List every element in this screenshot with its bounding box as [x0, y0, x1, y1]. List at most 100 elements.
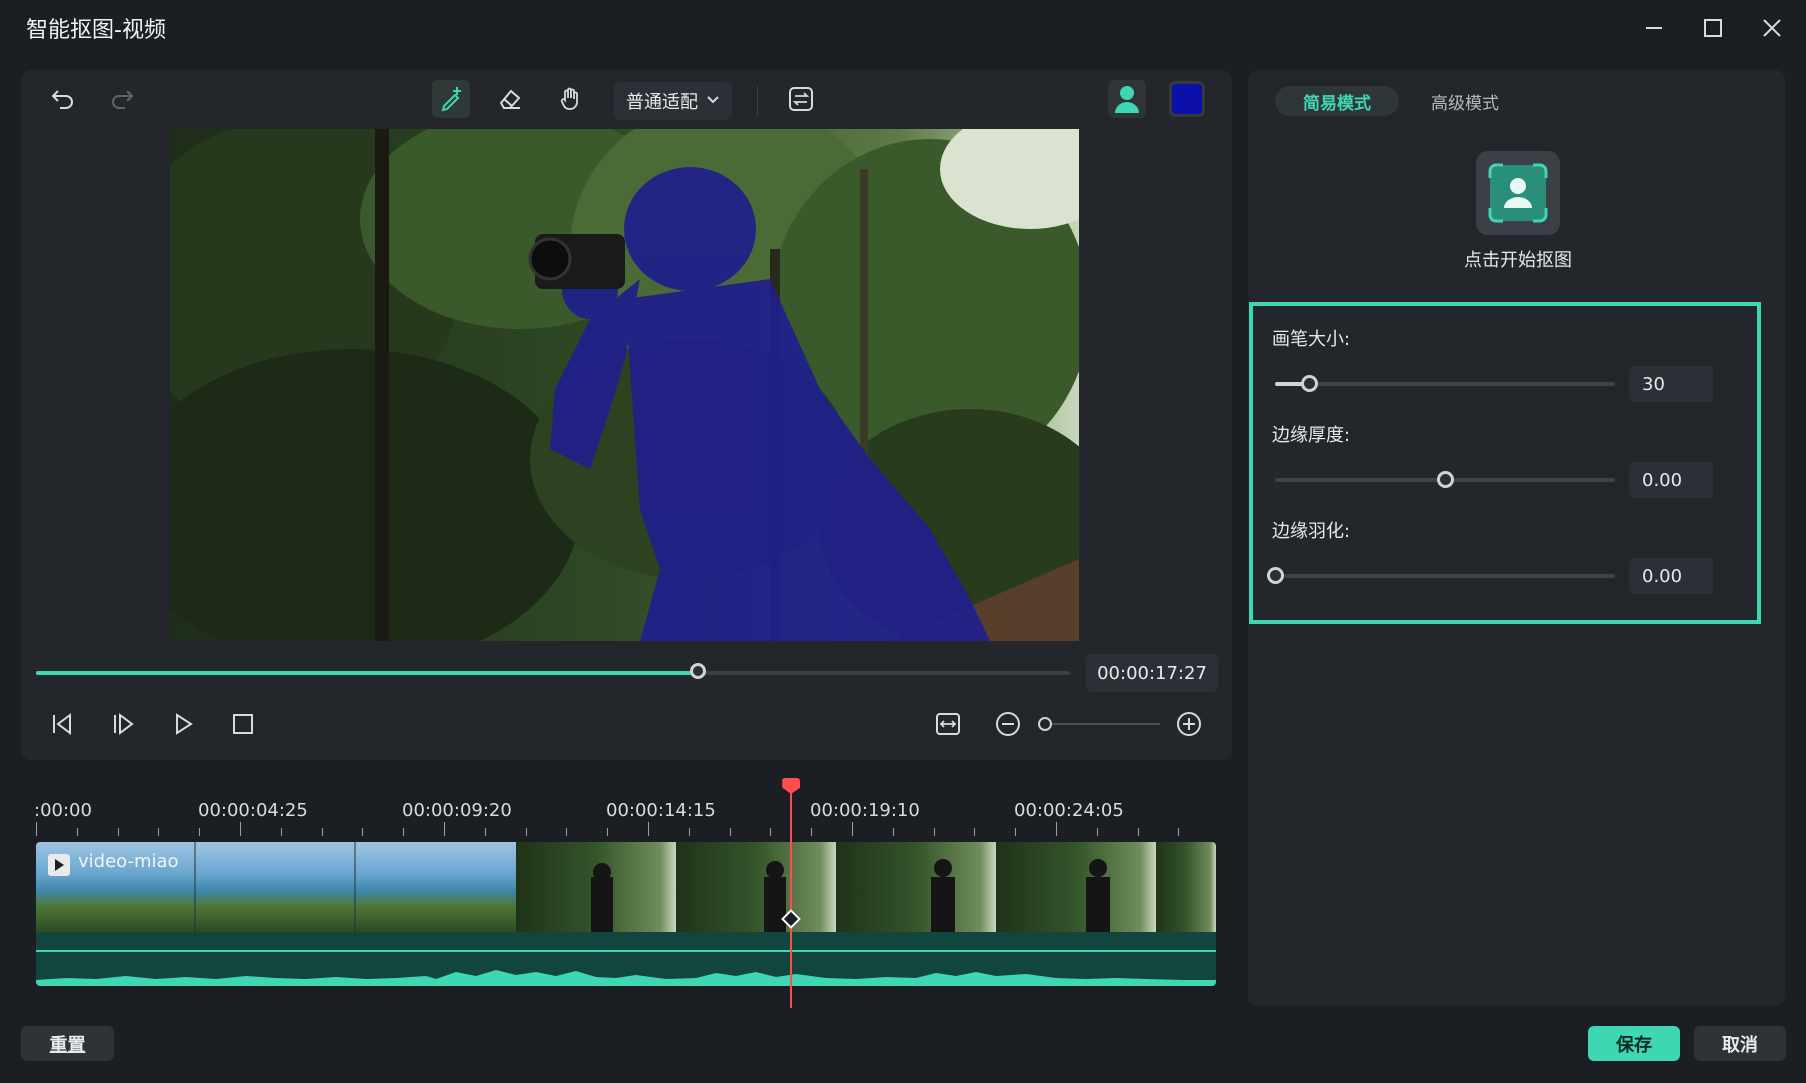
ruler-label: 00:00:19:10: [810, 800, 920, 821]
brush-size-slider[interactable]: [1275, 382, 1615, 386]
tab-simple-mode[interactable]: 简易模式: [1275, 86, 1399, 116]
undo-icon: [51, 90, 73, 109]
ruler-label: 00:00:14:15: [606, 800, 716, 821]
zoom-in-icon: [1177, 712, 1201, 736]
ruler-label: :00:00: [34, 800, 92, 821]
cancel-button[interactable]: 取消: [1694, 1026, 1786, 1061]
tab-advanced-mode[interactable]: 高级模式: [1403, 86, 1527, 116]
start-matting-label: 点击开始抠图: [1464, 250, 1572, 271]
timeline-ruler[interactable]: :00:00 00:00:04:25 00:00:09:20 00:00:14:15 0…: [0, 790, 1230, 840]
audio-waveform: [36, 950, 1216, 986]
fit-mode-value: 普通适配: [626, 92, 698, 113]
ruler-major-tick: [36, 822, 37, 836]
ruler-minor-tick: [688, 828, 690, 836]
brush-size-input[interactable]: 30: [1629, 366, 1713, 402]
zoom-out-button[interactable]: [989, 705, 1027, 743]
title-bar: [0, 0, 1806, 58]
edge-feather-input[interactable]: 0.00: [1629, 558, 1713, 594]
ruler-major-tick: [444, 822, 445, 836]
mask-color-button[interactable]: [1169, 81, 1205, 117]
fit-width-icon: [936, 713, 960, 735]
edge-thickness-slider-handle[interactable]: [1437, 471, 1454, 488]
maximize-button[interactable]: [1693, 10, 1733, 46]
ruler-label: 00:00:24:05: [1014, 800, 1124, 821]
ruler-minor-tick: [117, 828, 119, 836]
ruler-minor-tick: [729, 828, 731, 836]
play-icon: [176, 713, 193, 735]
swap-icon: [789, 87, 813, 111]
video-preview[interactable]: [170, 129, 1079, 641]
eraser-icon: [499, 89, 521, 109]
clip-name: video-miao: [78, 851, 179, 872]
undo-button[interactable]: [44, 80, 82, 118]
ruler-label: 00:00:04:25: [198, 800, 308, 821]
ruler-minor-tick: [362, 828, 364, 836]
zoom-slider-track[interactable]: [1038, 723, 1160, 725]
ruler-minor-tick: [280, 828, 282, 836]
edge-feather-slider[interactable]: [1275, 574, 1615, 578]
play-button[interactable]: [164, 705, 202, 743]
brush-size-slider-handle[interactable]: [1301, 375, 1318, 392]
next-frame-button[interactable]: [104, 705, 142, 743]
zoom-out-icon: [996, 712, 1020, 736]
previous-frame-button[interactable]: [44, 705, 82, 743]
ruler-minor-tick: [158, 828, 160, 836]
start-matting-button[interactable]: [1476, 151, 1560, 235]
toolbar-divider: [757, 86, 758, 116]
progress-handle[interactable]: [689, 663, 706, 679]
zoom-slider-handle[interactable]: [1038, 717, 1052, 731]
timecode-display: 00:00:17:27: [1086, 654, 1218, 692]
ruler-minor-tick: [974, 828, 976, 836]
stop-button[interactable]: [224, 705, 262, 743]
next-frame-icon: [114, 713, 134, 735]
brush-tool-button[interactable]: [432, 80, 470, 118]
edge-feather-slider-handle[interactable]: [1267, 567, 1284, 584]
ruler-minor-tick: [525, 828, 527, 836]
close-button[interactable]: [1752, 10, 1792, 46]
chevron-down-icon: [707, 96, 719, 104]
eraser-tool-button[interactable]: [491, 80, 529, 118]
clip-thumbnails: [36, 842, 1216, 932]
audio-track[interactable]: [36, 932, 1216, 986]
video-clip[interactable]: [36, 842, 1216, 932]
ruler-minor-tick: [933, 828, 935, 836]
ruler-minor-tick: [892, 828, 894, 836]
brush-plus-icon: [441, 87, 461, 112]
ruler-major-tick: [1056, 822, 1057, 836]
ruler-minor-tick: [403, 828, 405, 836]
window-title: 智能抠图-视频: [26, 18, 166, 43]
save-button[interactable]: 保存: [1588, 1026, 1680, 1061]
ruler-minor-tick: [76, 828, 78, 836]
playhead-line[interactable]: [790, 792, 793, 1008]
video-frame-illustration: [170, 129, 1079, 641]
ruler-minor-tick: [770, 828, 772, 836]
swap-button[interactable]: [782, 80, 820, 118]
progress-fill: [36, 671, 698, 675]
fit-mode-dropdown[interactable]: 普通适配: [614, 82, 732, 120]
ruler-minor-tick: [566, 828, 568, 836]
ruler-minor-tick: [811, 828, 813, 836]
fit-timeline-button[interactable]: [929, 705, 967, 743]
close-icon: [1763, 19, 1781, 37]
stop-icon: [233, 714, 253, 734]
brush-size-label: 画笔大小:: [1272, 329, 1351, 350]
ruler-minor-tick: [1096, 828, 1098, 836]
person-icon: [1115, 86, 1139, 113]
person-frame-icon: [1488, 163, 1548, 223]
ruler-major-tick: [648, 822, 649, 836]
edge-thickness-input[interactable]: 0.00: [1629, 462, 1713, 498]
reset-button[interactable]: 重置: [21, 1026, 114, 1061]
mask-color-swatch: [1172, 84, 1202, 114]
video-clip-icon: [48, 854, 70, 876]
previous-frame-icon: [53, 713, 71, 735]
redo-button[interactable]: [103, 80, 141, 118]
zoom-in-button[interactable]: [1170, 705, 1208, 743]
ruler-minor-tick: [199, 828, 201, 836]
ruler-major-tick: [240, 822, 241, 836]
mode-tabs: 简易模式 高级模式: [1275, 86, 1527, 116]
hand-tool-button[interactable]: [552, 80, 590, 118]
ruler-minor-tick: [1137, 828, 1139, 836]
maximize-icon: [1704, 19, 1722, 37]
person-view-button[interactable]: [1108, 80, 1146, 118]
minimize-button[interactable]: [1634, 10, 1674, 46]
